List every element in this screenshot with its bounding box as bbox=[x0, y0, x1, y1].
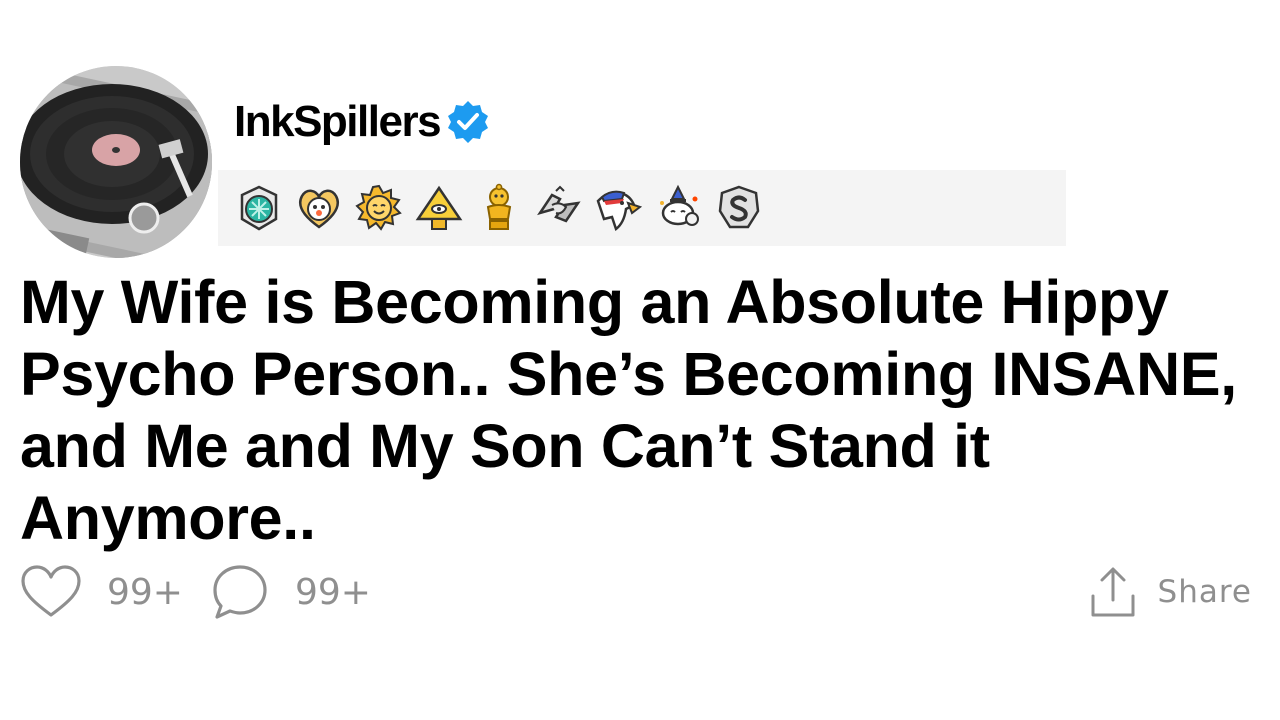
username[interactable]: InkSpillers bbox=[234, 97, 442, 147]
record-player-image bbox=[20, 66, 212, 258]
snoo-party-award-icon[interactable] bbox=[654, 183, 704, 233]
heart-icon[interactable] bbox=[20, 564, 82, 620]
sunny-face-award-icon[interactable] bbox=[354, 183, 404, 233]
post-card: InkSpillers My Wife is Becoming an Absol… bbox=[0, 0, 1280, 720]
eagle-award-icon[interactable] bbox=[594, 183, 644, 233]
comment-bubble-icon[interactable] bbox=[211, 563, 269, 621]
verified-badge-icon bbox=[444, 98, 492, 146]
share-button[interactable]: Share bbox=[1090, 564, 1252, 620]
share-icon bbox=[1090, 566, 1136, 618]
gold-trophy-award-icon[interactable] bbox=[474, 183, 524, 233]
avatar[interactable] bbox=[20, 66, 212, 258]
post-title[interactable]: My Wife is Becoming an Absolute Hippy Ps… bbox=[20, 266, 1260, 554]
wholesome-award-icon[interactable] bbox=[294, 183, 344, 233]
helpful-award-icon[interactable] bbox=[234, 183, 284, 233]
post-stats: 99+ 99+ bbox=[20, 562, 371, 622]
awards-bar bbox=[218, 170, 1066, 246]
like-count: 99+ bbox=[107, 571, 183, 613]
comment-count: 99+ bbox=[294, 571, 371, 613]
pyramid-eye-award-icon[interactable] bbox=[414, 183, 464, 233]
handshake-award-icon[interactable] bbox=[534, 183, 584, 233]
share-label: Share bbox=[1157, 574, 1252, 610]
username-row: InkSpillers bbox=[234, 94, 492, 150]
silver-s-award-icon[interactable] bbox=[714, 183, 764, 233]
